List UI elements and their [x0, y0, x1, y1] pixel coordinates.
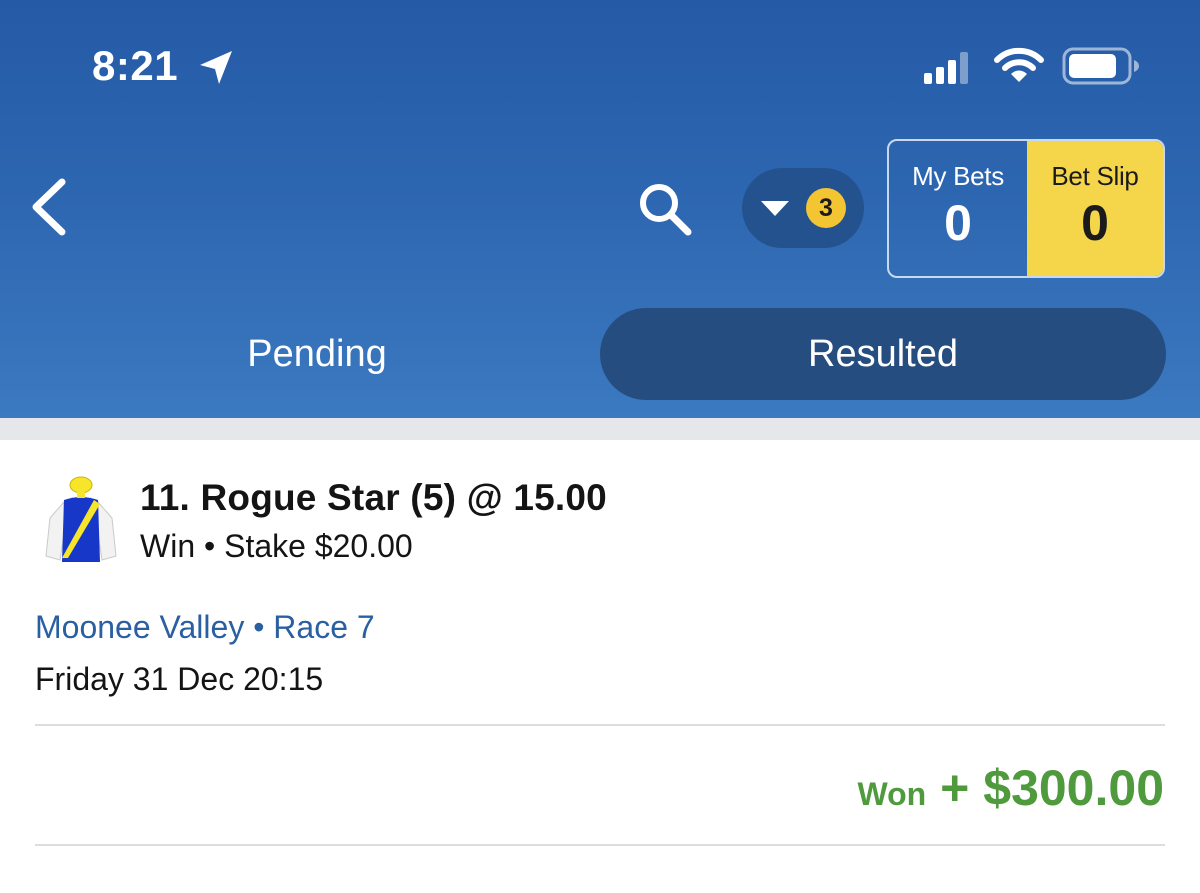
divider	[35, 844, 1165, 846]
jockey-silks-icon	[45, 476, 117, 562]
bet-type-stake: Win • Stake $20.00	[140, 528, 413, 564]
bets-summary: My Bets 0 Bet Slip 0	[887, 139, 1165, 278]
tab-pending[interactable]: Pending	[34, 308, 600, 400]
my-bets-button[interactable]: My Bets 0	[889, 141, 1027, 276]
app-header: 8:21 3 My Bets 0 Bet Slip 0 Pending Resu…	[0, 0, 1200, 418]
location-arrow-icon	[200, 51, 232, 84]
section-separator	[0, 418, 1200, 440]
divider	[35, 724, 1165, 726]
result-status: Won	[857, 776, 927, 812]
race-venue-link[interactable]: Moonee Valley • Race 7	[35, 607, 375, 647]
race-date: Friday 31 Dec 20:15	[35, 661, 324, 697]
bet-slip-count: 0	[1081, 195, 1109, 251]
caret-down-icon	[761, 201, 789, 216]
my-bets-count: 0	[944, 195, 972, 251]
battery-icon	[1062, 47, 1139, 85]
result-amount: + $300.00	[940, 760, 1164, 816]
wifi-icon	[994, 47, 1044, 82]
filter-count-badge: 3	[806, 188, 846, 228]
filter-dropdown-button[interactable]: 3	[742, 168, 864, 248]
bet-selection-title: 11. Rogue Star (5) @ 15.00	[140, 477, 607, 518]
bet-slip-button[interactable]: Bet Slip 0	[1027, 141, 1163, 276]
bet-result: Won + $300.00	[857, 758, 1164, 831]
cellular-signal-icon	[924, 52, 968, 84]
my-bets-label: My Bets	[912, 161, 1004, 191]
tab-resulted[interactable]: Resulted	[600, 308, 1166, 400]
bet-slip-label: Bet Slip	[1051, 161, 1139, 191]
search-icon[interactable]	[636, 180, 694, 238]
back-chevron-icon[interactable]	[26, 176, 72, 238]
status-time: 8:21	[92, 42, 179, 89]
